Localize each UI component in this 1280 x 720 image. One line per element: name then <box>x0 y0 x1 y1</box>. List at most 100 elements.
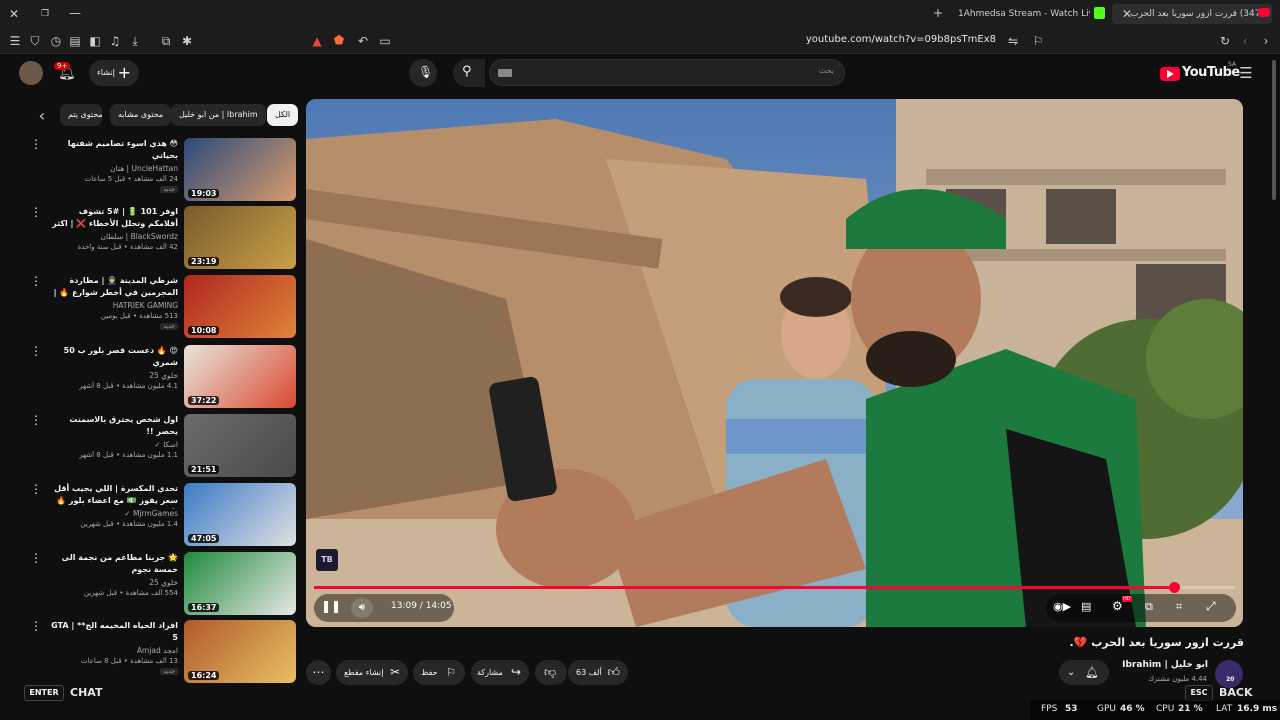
close-icon[interactable]: ✕ <box>6 6 22 22</box>
more-options-icon[interactable]: ⋮ <box>30 206 42 218</box>
voice-search-button[interactable]: 🎙︎ <box>409 59 437 87</box>
video-thumbnail[interactable]: 21:51 <box>184 414 296 477</box>
video-thumbnail[interactable]: 19:03 <box>184 138 296 201</box>
history-icon[interactable]: ◷ <box>48 33 64 49</box>
shield-icon[interactable]: ⛉ <box>27 33 43 49</box>
subscribed-button[interactable]: ⌄ 🔔︎ <box>1059 660 1109 685</box>
more-options-icon[interactable]: ⋮ <box>30 275 42 287</box>
bookmark-icon[interactable]: ⚐ <box>1030 33 1046 49</box>
channel-watermark[interactable]: TB <box>316 549 338 571</box>
new-tab-icon[interactable]: + <box>930 5 946 21</box>
minimize-icon[interactable]: — <box>67 5 83 21</box>
list-item[interactable]: 21:51 اول شخص يحترق بالاسمنت يحصر !! اسكا … <box>22 414 296 478</box>
channel-name[interactable]: UncleHattan | هتان <box>50 164 178 173</box>
list-item[interactable]: 47:05 تحدي المكسرة | اللي يجيب أقل سعر يف… <box>22 483 296 547</box>
progress-scrubber[interactable] <box>1168 582 1180 593</box>
list-item[interactable]: 19:03 😳 هذي اسوء تصاميم شفتها بحياتي Uncle… <box>22 138 296 202</box>
subtitles-icon[interactable]: ▤ <box>1081 600 1091 613</box>
more-options-icon[interactable]: ⋮ <box>30 414 42 426</box>
video-thumbnail[interactable]: 16:37 <box>184 552 296 615</box>
dislike-button[interactable]: 👎︎ <box>535 660 567 685</box>
tab-kick-stream[interactable]: 1Ahmedsa Stream - Watch Live on K <box>958 4 1090 24</box>
save-button[interactable]: ⚐ حفظ <box>413 660 465 685</box>
more-options-icon[interactable]: ⋮ <box>30 138 42 150</box>
video-thumbnail[interactable]: 37:22 <box>184 345 296 408</box>
list-item[interactable]: 16:37 🌟 جربنا مطاعم من نجمة الى خمسة نجوم… <box>22 552 296 616</box>
channel-name[interactable]: ابو خليل | Ibrahim <box>1122 660 1208 670</box>
chat-label[interactable]: CHAT <box>70 686 102 699</box>
search-input[interactable]: بحث <box>489 59 845 86</box>
avatar[interactable] <box>19 61 43 85</box>
cast-icon[interactable]: ⌗ <box>1176 600 1182 614</box>
like-button[interactable]: 👍︎ 63 ألف <box>568 660 628 685</box>
video-title[interactable]: تحدي المكسرة | اللي يجيب أقل سعر يفوز 💵 … <box>50 483 178 509</box>
video-title[interactable]: شرطي المدينة 👮 | مطاردة المجرمين في أخطر… <box>50 275 178 301</box>
list-item[interactable]: 16:24 افراد الحياه المخيمه الج** | GTA 5 ا… <box>22 620 296 684</box>
channel-name[interactable]: خلوي 25 <box>50 371 178 380</box>
more-options-icon[interactable]: ⋮ <box>30 552 42 564</box>
back-label[interactable]: BACK <box>1219 686 1253 699</box>
video-title[interactable]: اول شخص يحترق بالاسمنت يحصر !! <box>50 414 178 438</box>
list-item[interactable]: 37:22 😍 🔥 دعست قصر بلور ب 50 شمري خلوي 25 4… <box>22 345 296 409</box>
video-title[interactable]: افراد الحياه المخيمه الج** | GTA 5 <box>50 620 178 644</box>
download-icon[interactable]: ⤓ <box>127 33 143 49</box>
search-button[interactable]: ⚲ <box>453 59 485 87</box>
extensions-icon[interactable]: ✱ <box>179 33 195 49</box>
video-player[interactable]: TB ❚❚ 🔊︎ 13:09 / 14:05 ◉▶ ▤ ⚙ HD ⧉ ⌗ ⤢ <box>306 99 1243 627</box>
more-actions-button[interactable]: ⋯ <box>306 660 331 685</box>
channel-name[interactable]: MjrmGames ✓ <box>50 509 178 518</box>
page-scrollbar[interactable] <box>1272 60 1276 200</box>
tune-icon[interactable]: ⇋ <box>1005 33 1021 49</box>
tab-youtube-video[interactable]: (347) قررت ازور سوريا بعد الحرب <box>1112 4 1272 24</box>
url-text[interactable]: youtube.com/watch?v=09b8psTmEx8 <box>806 34 996 45</box>
channel-name[interactable]: BlackSwordz | سلطان <box>50 232 178 241</box>
autoplay-toggle-icon[interactable]: ◉▶ <box>1053 600 1071 613</box>
close-tab-icon[interactable]: ✕ <box>1119 6 1135 22</box>
sidebar-icon[interactable]: ◧ <box>87 33 103 49</box>
progress-bar[interactable] <box>314 582 1235 593</box>
channel-name[interactable]: خلوي 25 <box>50 578 178 587</box>
pause-icon[interactable]: ❚❚ <box>321 599 341 613</box>
channel-name[interactable]: اسكا ✓ <box>50 440 178 449</box>
brave-shield-icon[interactable]: ⬟ <box>331 32 347 48</box>
channel-name[interactable]: HATRIEK GAMING <box>50 301 178 310</box>
undo-icon[interactable]: ↶ <box>355 33 371 49</box>
forward-icon[interactable]: › <box>1258 33 1274 49</box>
cast-tab-icon[interactable]: ▭ <box>377 33 393 49</box>
chip-from-channel[interactable]: من ابو خليل | Ibrahim <box>171 104 266 126</box>
create-button[interactable]: + إنشاء <box>89 60 139 86</box>
volume-icon[interactable]: 🔊︎ <box>351 598 373 618</box>
menu-icon[interactable]: ☰ <box>7 33 23 49</box>
video-thumbnail[interactable]: 47:05 <box>184 483 296 546</box>
list-item[interactable]: 23:19 اوفر 101 🔋 | #5 تشوف أفلامكم وتحلل … <box>22 206 296 270</box>
more-options-icon[interactable]: ⋮ <box>30 483 42 495</box>
chip-all[interactable]: الكل <box>267 104 299 126</box>
reader-icon[interactable]: ▤ <box>67 33 83 49</box>
chip-related-partial[interactable]: محتوى يتم <box>60 104 102 126</box>
video-title[interactable]: 😍 🔥 دعست قصر بلور ب 50 شمري <box>50 345 178 369</box>
chip-similar[interactable]: محتوى مشابه <box>110 104 172 126</box>
music-icon[interactable]: ♫ <box>107 33 123 49</box>
chips-scroll-left-icon[interactable]: ‹ <box>34 108 50 124</box>
video-title[interactable]: اوفر 101 🔋 | #5 تشوف أفلامكم وتحلل الأخط… <box>50 206 178 232</box>
warning-icon[interactable]: ▲ <box>309 33 325 49</box>
screenshot-icon[interactable]: ⧉ <box>158 33 174 49</box>
reload-icon[interactable]: ↻ <box>1217 33 1233 49</box>
video-thumbnail[interactable]: 10:08 <box>184 275 296 338</box>
video-thumbnail[interactable]: 23:19 <box>184 206 296 269</box>
keyboard-icon[interactable] <box>498 69 512 77</box>
clip-button[interactable]: ✂ إنشاء مقطع <box>336 660 408 685</box>
hamburger-menu-icon[interactable]: ☰ <box>1238 65 1254 81</box>
channel-avatar[interactable] <box>1215 660 1243 688</box>
channel-name[interactable]: امجد Amjad <box>50 646 178 655</box>
list-item[interactable]: 10:08 شرطي المدينة 👮 | مطاردة المجرمين في… <box>22 275 296 339</box>
share-button[interactable]: ↪ مشاركة <box>471 660 529 685</box>
back-icon[interactable]: ‹ <box>1237 33 1253 49</box>
fullscreen-icon[interactable]: ⤢ <box>1206 599 1216 614</box>
restore-window-icon[interactable]: ❐ <box>37 6 53 22</box>
video-thumbnail[interactable]: 16:24 <box>184 620 296 683</box>
more-options-icon[interactable]: ⋮ <box>30 620 42 632</box>
video-title[interactable]: 😳 هذي اسوء تصاميم شفتها بحياتي <box>50 138 178 162</box>
miniplayer-icon[interactable]: ⧉ <box>1145 600 1153 614</box>
more-options-icon[interactable]: ⋮ <box>30 345 42 357</box>
